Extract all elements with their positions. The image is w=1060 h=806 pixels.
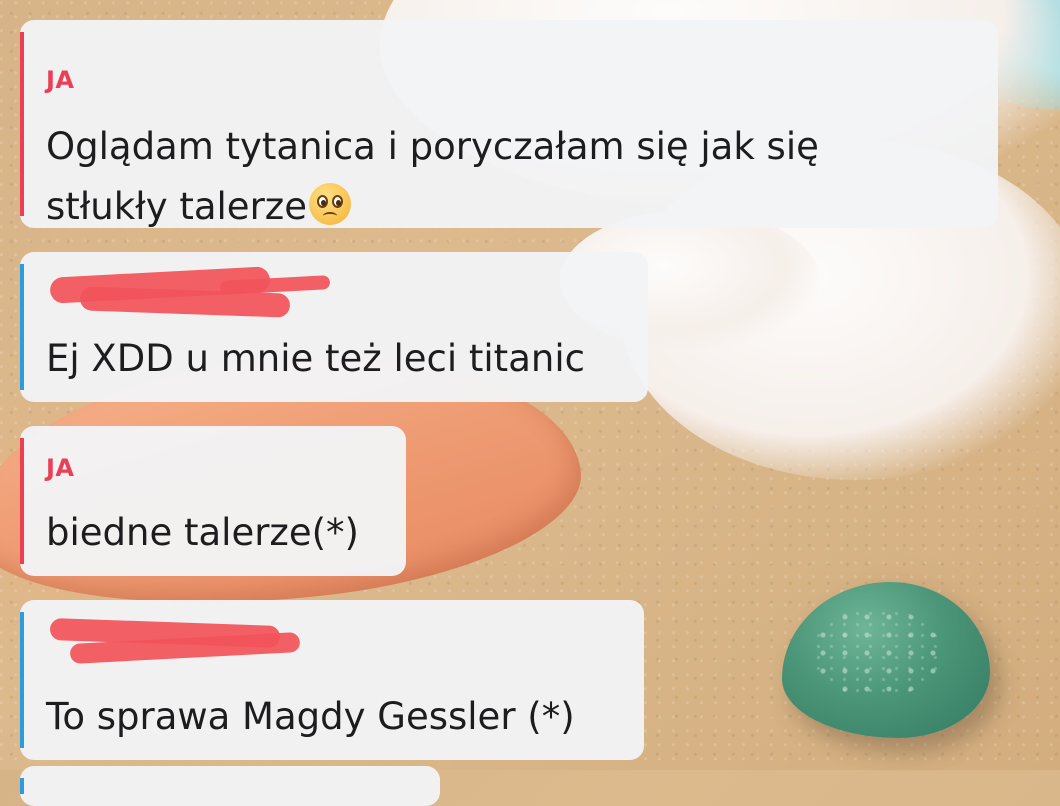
sender-accent-bar	[20, 612, 24, 748]
message-text: To sprawa Magdy Gessler (*)	[46, 695, 575, 738]
chat-message[interactable]	[20, 766, 440, 806]
sender-name: JA	[46, 454, 75, 482]
sender-name: JA	[46, 66, 75, 94]
chat-message[interactable]: JA Oglądam tytanica i poryczałam się jak…	[20, 20, 998, 228]
chat-message[interactable]: JA biedne talerze(*)	[20, 426, 406, 576]
message-text-line: Oglądam tytanica i poryczałam się jak si…	[46, 125, 819, 168]
sender-accent-bar	[20, 264, 24, 390]
message-text: Oglądam tytanica i poryczałam się jak si…	[46, 118, 819, 176]
sender-accent-bar	[20, 438, 24, 564]
message-text: biedne talerze(*)	[46, 511, 359, 554]
redacted-sender-name	[49, 612, 310, 668]
sender-accent-bar	[20, 32, 24, 216]
redacted-sender-name	[49, 264, 340, 324]
sender-accent-bar	[20, 778, 24, 794]
message-text-line: stłukły talerze	[46, 185, 307, 228]
chat-message[interactable]: To sprawa Magdy Gessler (*)	[20, 600, 644, 760]
message-text: Ej XDD u mnie też leci titanic	[46, 337, 585, 380]
chat-message[interactable]: Ej XDD u mnie też leci titanic	[20, 252, 648, 402]
message-text: stłukły talerze	[46, 178, 351, 236]
pleading-face-icon	[308, 183, 351, 225]
